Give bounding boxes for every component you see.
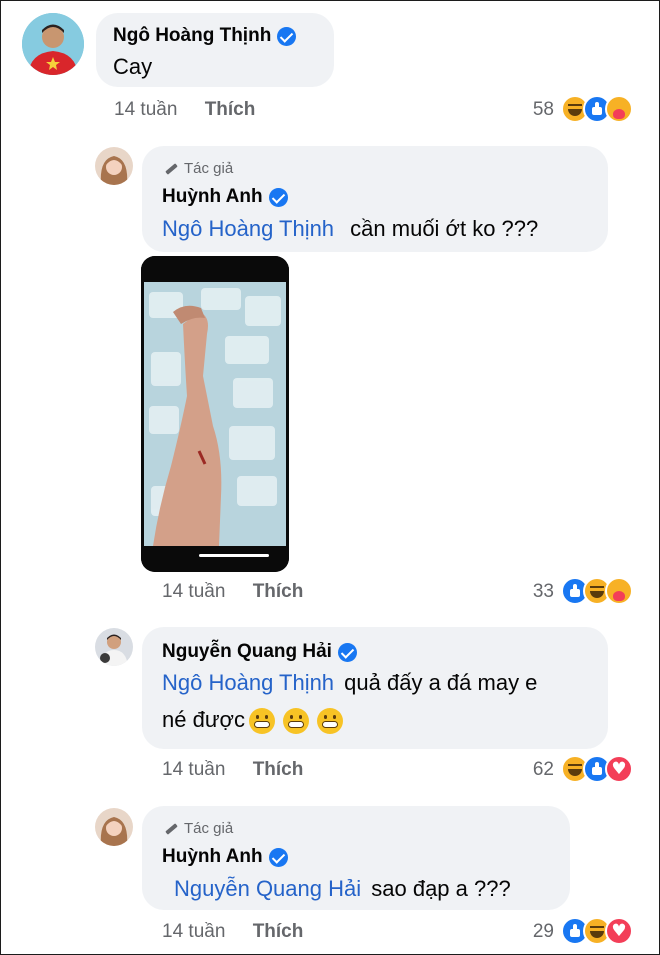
author-badge-text: Tác giả [184,820,234,837]
comment-body: sao đạp a ??? [371,876,511,901]
mention-link[interactable]: Nguyễn Quang Hải [174,876,361,901]
comment-time[interactable]: 14 tuần [162,921,225,942]
avatar-huynh-anh[interactable] [95,808,133,846]
verified-badge-icon [337,642,357,662]
avatar-photo [95,808,133,846]
author-badge-4: Tác giả [162,820,233,837]
comment-photo-frame[interactable] [141,256,289,572]
comment-meta-1: 14 tuần Thích [114,99,255,121]
care-reaction-icon [605,577,633,605]
reaction-count-3[interactable]: 62 [514,759,554,781]
like-button[interactable]: Thích [253,581,304,602]
mention-link[interactable]: Ngô Hoàng Thịnh [162,216,334,241]
comment-meta-2: 14 tuần Thích [162,581,303,603]
avatar-photo [95,147,133,185]
reactions-2[interactable] [561,577,633,605]
comment-time[interactable]: 14 tuần [114,99,177,120]
comment-meta-3: 14 tuần Thích [162,759,303,781]
comment-body: né được [162,707,245,732]
comment-time[interactable]: 14 tuần [162,581,225,602]
avatar-photo [95,628,133,666]
name-text: Huỳnh Anh [162,186,263,207]
care-reaction-icon [605,95,633,123]
name-text: Ngô Hoàng Thịnh [113,25,272,46]
verified-badge-icon [277,26,297,46]
comment-photo [141,256,289,572]
commenter-name-3[interactable]: Nguyễn Quang Hải [162,641,357,663]
comment-meta-4: 14 tuần Thích [162,921,303,943]
comment-text-1: Cay [113,54,153,79]
avatar-ngo-hoang-thinh[interactable] [22,13,84,75]
mention-link[interactable]: Ngô Hoàng Thịnh [162,670,334,695]
commenter-name-4[interactable]: Huỳnh Anh [162,846,288,868]
comment-time[interactable]: 14 tuần [162,759,225,780]
like-button[interactable]: Thích [253,759,304,780]
reactions-4[interactable] [561,917,633,945]
grimacing-face-icon [282,708,309,735]
name-text: Huỳnh Anh [162,846,263,867]
reactions-3[interactable] [561,755,633,783]
pencil-icon [162,821,178,837]
reaction-count-1[interactable]: 58 [514,99,554,121]
reaction-count-2[interactable]: 33 [514,581,554,603]
reactions-1[interactable] [561,95,633,123]
author-badge-text: Tác giả [184,160,234,177]
commenter-name-1[interactable]: Ngô Hoàng Thịnh [113,25,297,47]
like-button[interactable]: Thích [253,921,304,942]
verified-badge-icon [268,847,288,867]
name-text: Nguyễn Quang Hải [162,641,332,662]
love-reaction-icon [605,917,633,945]
commenter-name-2[interactable]: Huỳnh Anh [162,186,288,208]
comment-text-4: Nguyễn Quang Hải sao đạp a ??? [174,876,511,902]
comment-text-2: Ngô Hoàng Thịnh cần muối ớt ko ??? [162,216,538,242]
grimacing-face-icon [316,708,343,735]
comment-text-3-line2: né được [162,707,343,735]
verified-badge-icon [268,187,288,207]
comment-text-3-line1: Ngô Hoàng Thịnh quả đấy a đá may e [162,670,537,696]
love-reaction-icon [605,755,633,783]
avatar-huynh-anh[interactable] [95,147,133,185]
comment-body: cần muối ớt ko ??? [350,216,539,241]
grimacing-face-icon [248,708,275,735]
avatar-photo [22,13,84,75]
pencil-icon [162,161,178,177]
author-badge-2: Tác giả [162,160,233,177]
avatar-nguyen-quang-hai[interactable] [95,628,133,666]
like-button[interactable]: Thích [205,99,256,120]
comment-body: quả đấy a đá may e [344,670,538,695]
reaction-count-4[interactable]: 29 [514,921,554,943]
